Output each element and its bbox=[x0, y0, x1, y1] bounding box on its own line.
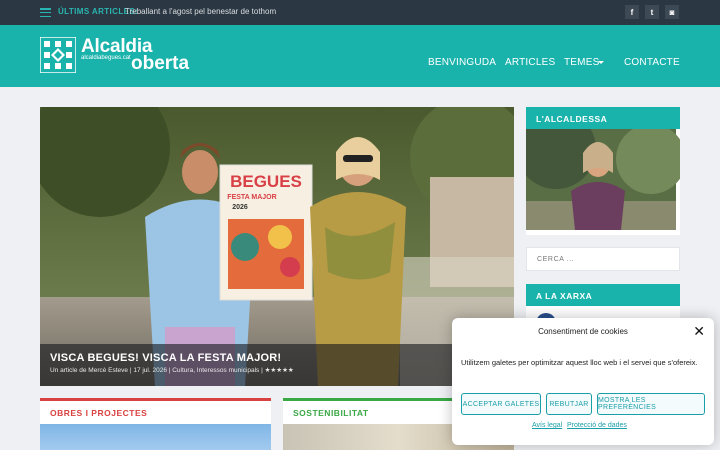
article-title[interactable]: VISCA BEGUES! VISCA LA FESTA MAJOR! bbox=[50, 352, 281, 364]
poster-title: BEGUES bbox=[230, 172, 302, 191]
instagram-icon[interactable]: ◙ bbox=[665, 5, 679, 19]
top-bar: ÚLTIMS ARTICLES: Treballant a l'agost pe… bbox=[0, 0, 720, 25]
reject-button[interactable]: REBUTJAR bbox=[546, 393, 592, 415]
poster-subtitle: FESTA MAJOR bbox=[227, 194, 276, 201]
poster-year: 2026 bbox=[232, 204, 248, 211]
nav-benvinguda[interactable]: BENVINGUDA bbox=[428, 57, 496, 68]
card-image[interactable] bbox=[40, 424, 271, 450]
chevron-down-icon[interactable] bbox=[598, 61, 604, 64]
mayor-photo-box bbox=[516, 109, 686, 235]
facebook-icon[interactable]: f bbox=[625, 5, 639, 19]
nav-temes[interactable]: TEMES bbox=[564, 57, 599, 68]
nav-articles[interactable]: ARTICLES bbox=[505, 57, 555, 68]
caption-overlay bbox=[40, 344, 514, 386]
dialog-text: Utilitzem galetes per optimitzar aquest … bbox=[461, 358, 698, 367]
logo-title-second[interactable]: oberta bbox=[131, 53, 189, 75]
legal-notice-link[interactable]: Avís legal bbox=[532, 422, 562, 429]
cookie-consent-dialog: Consentiment de cookies ✕ Utilitzem gale… bbox=[452, 318, 714, 445]
hamburger-icon[interactable] bbox=[40, 8, 51, 17]
card-title[interactable]: SOSTENIBILITAT bbox=[293, 408, 369, 418]
card-accent-bar bbox=[40, 398, 271, 401]
site-header: Alcaldia alcaldiabegues.cat oberta BENVI… bbox=[0, 25, 720, 87]
show-preferences-button[interactable]: MOSTRA LES PREFERÈNCIES bbox=[597, 393, 705, 415]
featured-article[interactable]: BEGUES FESTA MAJOR 2026 VISCA BEGUES! VI… bbox=[40, 107, 514, 386]
dialog-title: Consentiment de cookies bbox=[538, 327, 628, 336]
category-card[interactable]: OBRES I PROJECTES bbox=[40, 398, 271, 450]
widget-title: A LA XARXA bbox=[536, 291, 593, 301]
close-icon[interactable]: ✕ bbox=[693, 323, 705, 340]
nav-contacte[interactable]: CONTACTE bbox=[624, 57, 680, 68]
logo-subtitle: alcaldiabegues.cat bbox=[81, 55, 131, 61]
article-meta: Un article de Mercè Esteve | 17 jul. 202… bbox=[50, 367, 294, 374]
accept-cookies-button[interactable]: ACCEPTAR GALETES bbox=[461, 393, 541, 415]
search-input[interactable]: CERCA ... bbox=[526, 247, 680, 271]
data-protection-link[interactable]: Protecció de dades bbox=[567, 422, 627, 429]
widget-title: L'ALCALDESSA bbox=[536, 114, 608, 124]
twitter-icon[interactable]: t bbox=[645, 5, 659, 19]
latest-article-link[interactable]: Treballant a l'agost pel benestar de tot… bbox=[125, 7, 276, 16]
search-placeholder: CERCA ... bbox=[537, 256, 575, 263]
mayor-photo[interactable] bbox=[516, 109, 686, 235]
widget-heading-mayor: L'ALCALDESSA bbox=[526, 107, 680, 129]
logo-icon[interactable] bbox=[40, 37, 76, 73]
card-title[interactable]: OBRES I PROJECTES bbox=[50, 408, 147, 418]
widget-heading-network: A LA XARXA bbox=[526, 284, 680, 306]
